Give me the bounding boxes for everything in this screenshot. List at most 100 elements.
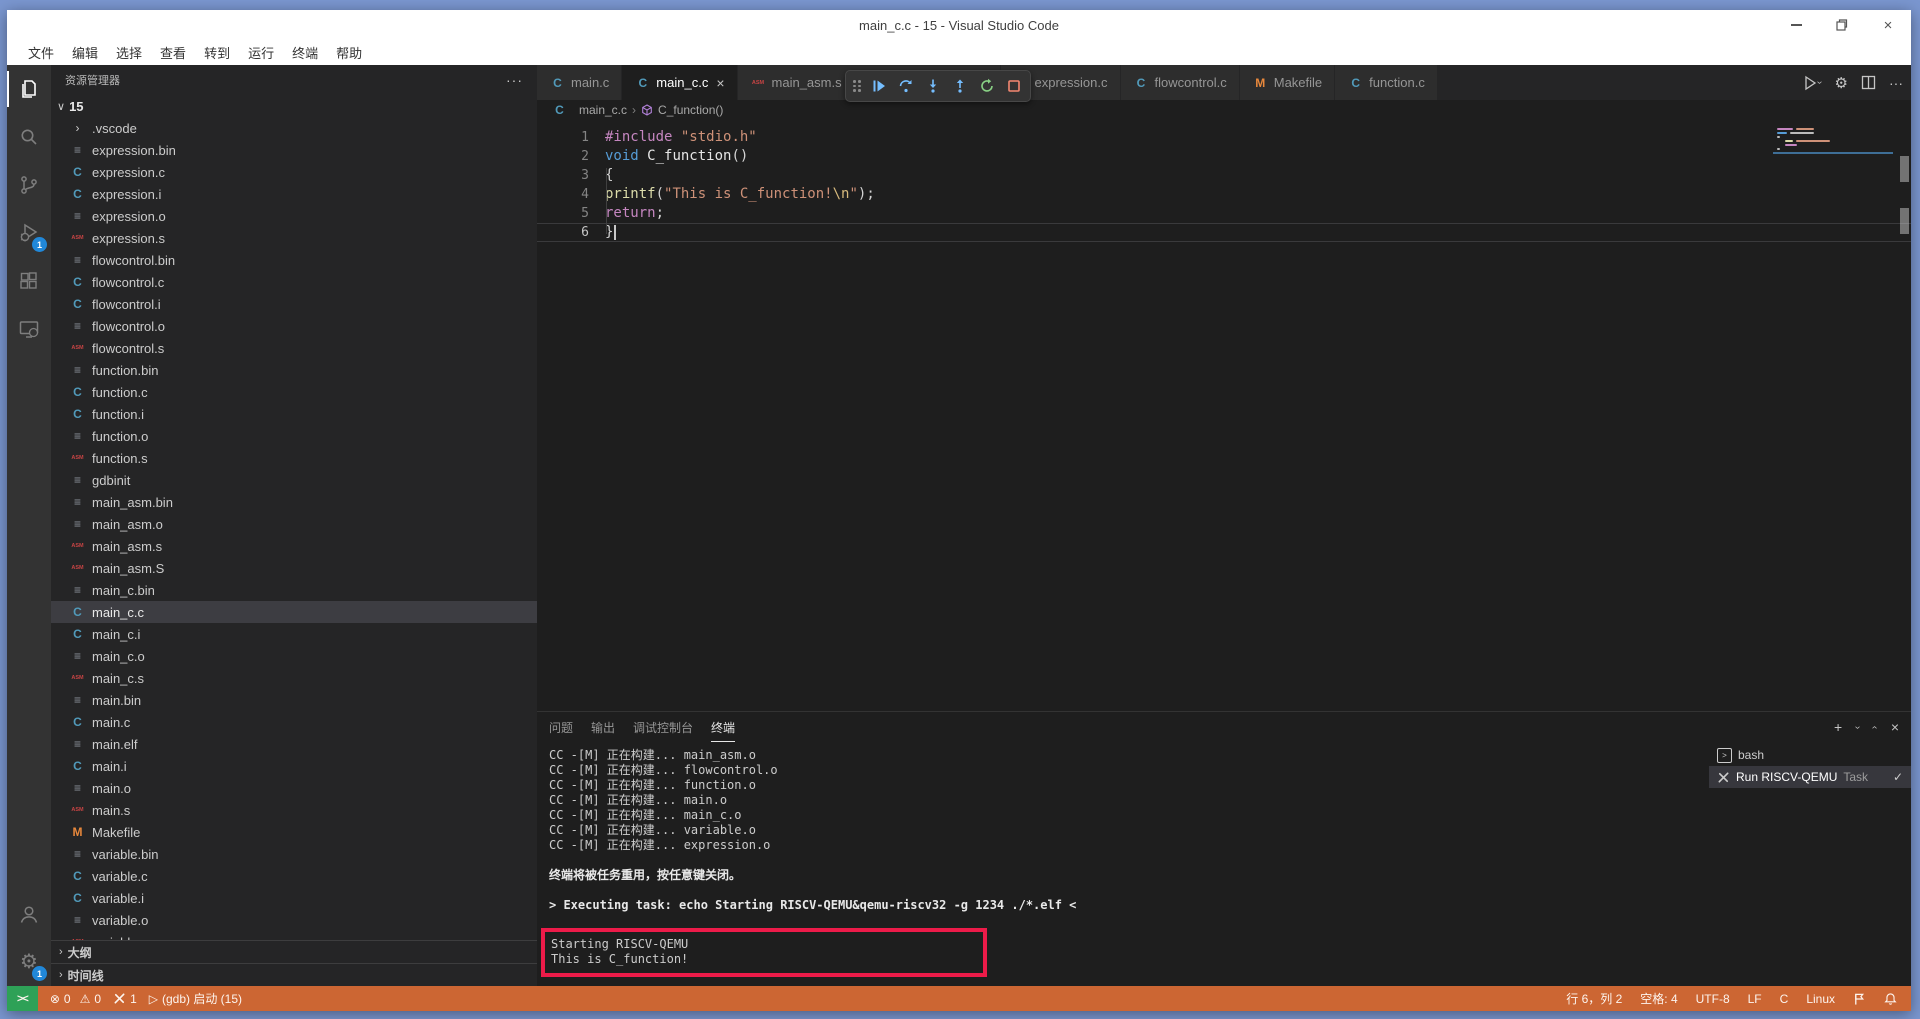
file-item-main_asm.o[interactable]: ≡main_asm.o xyxy=(51,513,537,535)
split-editor-button[interactable] xyxy=(1861,75,1876,90)
tab-main_c.c[interactable]: Cmain_c.c× xyxy=(622,65,737,100)
breadcrumb-symbol[interactable]: C_function() xyxy=(658,103,723,117)
editor-settings-button[interactable]: ⚙ xyxy=(1835,74,1848,92)
file-item-function.i[interactable]: Cfunction.i xyxy=(51,403,537,425)
activity-remote-explorer[interactable] xyxy=(7,305,51,353)
file-item-function.s[interactable]: ASMfunction.s xyxy=(51,447,537,469)
activity-extensions[interactable] xyxy=(7,257,51,305)
menu-item-选择[interactable]: 选择 xyxy=(107,46,151,61)
activity-run-debug[interactable]: 1 xyxy=(7,209,51,257)
activity-explorer[interactable] xyxy=(7,65,51,113)
tab-flowcontrol.c[interactable]: Cflowcontrol.c xyxy=(1121,65,1240,100)
sidebar-more-actions[interactable]: ··· xyxy=(506,72,523,88)
problems-indicator[interactable]: ⊗ 0 ⚠ 0 xyxy=(50,992,101,1006)
new-terminal-button[interactable]: + xyxy=(1834,719,1842,735)
debug-restart-button[interactable] xyxy=(975,74,999,98)
close-tab-icon[interactable]: × xyxy=(716,75,724,91)
file-item-main.s[interactable]: ASMmain.s xyxy=(51,799,537,821)
tab-function.c[interactable]: Cfunction.c xyxy=(1335,65,1438,100)
debug-continue-button[interactable] xyxy=(867,74,891,98)
overview-ruler-mark[interactable] xyxy=(1900,208,1909,234)
settings-button[interactable]: ⚙ 1 xyxy=(7,938,51,986)
terminal-instance-Run RISCV-QEMU[interactable]: Run RISCV-QEMUTask✓ xyxy=(1709,766,1911,788)
file-item-main_c.bin[interactable]: ≡main_c.bin xyxy=(51,579,537,601)
activity-source-control[interactable] xyxy=(7,161,51,209)
restore-button[interactable] xyxy=(1819,10,1865,40)
file-item-main.elf[interactable]: ≡main.elf xyxy=(51,733,537,755)
file-item-function.bin[interactable]: ≡function.bin xyxy=(51,359,537,381)
terminal-dropdown-icon[interactable]: › xyxy=(1852,725,1863,728)
file-item-function.c[interactable]: Cfunction.c xyxy=(51,381,537,403)
status-item[interactable]: Linux xyxy=(1806,990,1835,1007)
debug-step-into-button[interactable] xyxy=(921,74,945,98)
file-item-expression.bin[interactable]: ≡expression.bin xyxy=(51,139,537,161)
file-item-Makefile[interactable]: MMakefile xyxy=(51,821,537,843)
terminal-output[interactable]: CC -[M] 正在构建... main_asm.oCC -[M] 正在构建..… xyxy=(537,742,1709,986)
close-button[interactable]: × xyxy=(1865,10,1911,40)
panel-tab-输出[interactable]: 输出 xyxy=(591,712,615,742)
tab-main.c[interactable]: Cmain.c xyxy=(537,65,622,100)
minimize-button[interactable] xyxy=(1773,10,1819,40)
file-item-gdbinit[interactable]: ≡gdbinit xyxy=(51,469,537,491)
status-item[interactable]: UTF-8 xyxy=(1696,990,1730,1007)
tree-root-folder[interactable]: ∨ 15 xyxy=(51,95,537,117)
menu-item-帮助[interactable]: 帮助 xyxy=(327,46,371,61)
code-editor[interactable]: 1#include "stdio.h"2void C_function()3{4… xyxy=(537,120,1911,711)
drag-handle[interactable] xyxy=(853,80,861,92)
file-item-variable.c[interactable]: Cvariable.c xyxy=(51,865,537,887)
menu-item-查看[interactable]: 查看 xyxy=(151,46,195,61)
file-item-flowcontrol.o[interactable]: ≡flowcontrol.o xyxy=(51,315,537,337)
menu-item-转到[interactable]: 转到 xyxy=(195,46,239,61)
file-item-expression.o[interactable]: ≡expression.o xyxy=(51,205,537,227)
breadcrumb-file[interactable]: main_c.c xyxy=(579,103,627,117)
run-or-debug-button[interactable]: › xyxy=(1802,75,1821,91)
maximize-panel-icon[interactable]: › xyxy=(1870,725,1881,728)
file-item-.vscode[interactable]: ›.vscode xyxy=(51,117,537,139)
debug-step-out-button[interactable] xyxy=(948,74,972,98)
file-item-main_asm.S[interactable]: ASMmain_asm.S xyxy=(51,557,537,579)
file-item-flowcontrol.s[interactable]: ASMflowcontrol.s xyxy=(51,337,537,359)
file-item-main_c.s[interactable]: ASMmain_c.s xyxy=(51,667,537,689)
more-actions-button[interactable]: ··· xyxy=(1889,75,1903,91)
notifications-bell-icon[interactable] xyxy=(1884,992,1897,1006)
file-item-variable.bin[interactable]: ≡variable.bin xyxy=(51,843,537,865)
file-item-main_asm.bin[interactable]: ≡main_asm.bin xyxy=(51,491,537,513)
file-item-function.o[interactable]: ≡function.o xyxy=(51,425,537,447)
panel-tab-调试控制台[interactable]: 调试控制台 xyxy=(633,712,693,742)
remote-indicator[interactable]: >< xyxy=(7,986,38,1011)
file-item-flowcontrol.bin[interactable]: ≡flowcontrol.bin xyxy=(51,249,537,271)
file-item-main.o[interactable]: ≡main.o xyxy=(51,777,537,799)
panel-tab-问题[interactable]: 问题 xyxy=(549,712,573,742)
menu-item-编辑[interactable]: 编辑 xyxy=(63,46,107,61)
file-item-main.c[interactable]: Cmain.c xyxy=(51,711,537,733)
sidebar-section-时间线[interactable]: ›时间线 xyxy=(51,963,537,986)
breadcrumb[interactable]: C main_c.c › C_function() xyxy=(537,100,1911,120)
close-panel-icon[interactable]: × xyxy=(1891,719,1899,735)
menu-item-文件[interactable]: 文件 xyxy=(19,46,63,61)
account-button[interactable] xyxy=(7,890,51,938)
menu-item-终端[interactable]: 终端 xyxy=(283,46,327,61)
tab-Makefile[interactable]: MMakefile xyxy=(1240,65,1335,100)
file-item-main_asm.s[interactable]: ASMmain_asm.s xyxy=(51,535,537,557)
file-item-main.i[interactable]: Cmain.i xyxy=(51,755,537,777)
file-item-main.bin[interactable]: ≡main.bin xyxy=(51,689,537,711)
file-item-expression.i[interactable]: Cexpression.i xyxy=(51,183,537,205)
status-item[interactable]: C xyxy=(1780,990,1789,1007)
file-item-expression.c[interactable]: Cexpression.c xyxy=(51,161,537,183)
minimap[interactable] xyxy=(1773,126,1893,154)
file-item-variable.o[interactable]: ≡variable.o xyxy=(51,909,537,931)
file-item-main_c.i[interactable]: Cmain_c.i xyxy=(51,623,537,645)
file-item-variable.i[interactable]: Cvariable.i xyxy=(51,887,537,909)
overview-ruler-mark[interactable] xyxy=(1900,156,1909,182)
file-item-main_c.o[interactable]: ≡main_c.o xyxy=(51,645,537,667)
file-item-variable.s[interactable]: ASMvariable.s xyxy=(51,931,537,940)
panel-tab-终端[interactable]: 终端 xyxy=(711,712,735,742)
running-tasks-indicator[interactable]: 1 xyxy=(113,992,137,1006)
debug-stop-button[interactable] xyxy=(1002,74,1026,98)
debug-step-over-button[interactable] xyxy=(894,74,918,98)
terminal-instance-bash[interactable]: >bash xyxy=(1709,744,1911,766)
sidebar-section-大纲[interactable]: ›大纲 xyxy=(51,940,537,963)
status-item[interactable]: 空格: 4 xyxy=(1640,990,1677,1007)
file-item-flowcontrol.i[interactable]: Cflowcontrol.i xyxy=(51,293,537,315)
status-item[interactable]: LF xyxy=(1748,990,1762,1007)
